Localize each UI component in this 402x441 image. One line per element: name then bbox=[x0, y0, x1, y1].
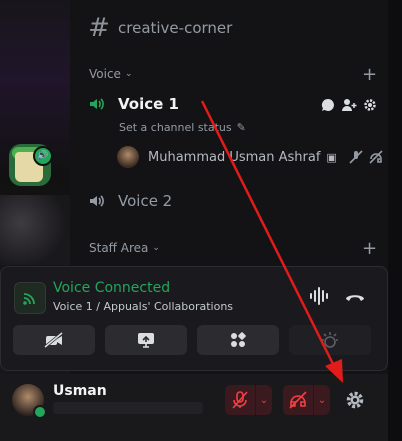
camera-off-button[interactable] bbox=[13, 325, 95, 355]
server-icon-blurred[interactable] bbox=[0, 195, 70, 265]
hash-icon: # bbox=[88, 13, 110, 43]
voice2-channel-row[interactable]: Voice 2 bbox=[88, 192, 172, 210]
screen-share-button[interactable] bbox=[105, 325, 187, 355]
chevron-down-icon[interactable]: ⌄ bbox=[313, 385, 330, 415]
user-custom-status-redacted bbox=[53, 402, 203, 414]
voice-connected-title: Voice Connected bbox=[53, 280, 171, 296]
chevron-down-icon: ⌄ bbox=[152, 243, 160, 253]
voice1-channel-row[interactable]: Voice 1 bbox=[88, 95, 179, 113]
speaker-badge-icon: 🔊 bbox=[33, 146, 53, 166]
text-channel-row[interactable]: # creative-corner bbox=[88, 13, 232, 43]
soundboard-icon bbox=[322, 332, 338, 348]
invite-members-icon[interactable] bbox=[341, 98, 357, 112]
muted-mic-icon bbox=[225, 385, 255, 415]
voice1-name: Voice 1 bbox=[118, 95, 179, 113]
voice1-actions bbox=[321, 98, 377, 112]
member-status-icons bbox=[349, 150, 383, 164]
gear-icon[interactable] bbox=[363, 98, 377, 112]
activities-button[interactable] bbox=[197, 325, 279, 355]
screen-share-icon: ▣ bbox=[326, 150, 337, 164]
screen-share-icon bbox=[138, 333, 154, 348]
add-staff-channel-icon[interactable]: + bbox=[362, 238, 377, 259]
chevron-down-icon[interactable]: ⌄ bbox=[255, 385, 272, 415]
channel-status-placeholder: Set a channel status bbox=[119, 121, 232, 134]
speaker-icon bbox=[90, 98, 104, 110]
voice-member-row[interactable]: Muhammad Usman Ashraf ▣ bbox=[117, 146, 383, 168]
member-avatar bbox=[117, 146, 139, 168]
text-channel-name: creative-corner bbox=[118, 19, 233, 37]
deafen-toggle-button[interactable]: ⌄ bbox=[283, 385, 330, 415]
camera-off-icon bbox=[44, 332, 63, 348]
staff-category-label: Staff Area bbox=[89, 241, 149, 255]
voice-category[interactable]: Voice ⌄ bbox=[89, 67, 132, 81]
voice-category-label: Voice bbox=[89, 67, 121, 81]
staff-category[interactable]: Staff Area ⌄ bbox=[89, 241, 160, 255]
mute-toggle-button[interactable]: ⌄ bbox=[225, 385, 272, 415]
channel-status-row[interactable]: Set a channel status ✎ bbox=[119, 121, 246, 134]
soundboard-button[interactable] bbox=[289, 325, 371, 355]
right-edge bbox=[388, 0, 402, 441]
user-settings-gear-icon[interactable] bbox=[343, 388, 367, 412]
disconnect-icon[interactable] bbox=[344, 290, 366, 302]
noise-suppression-icon[interactable] bbox=[309, 287, 331, 305]
deafened-icon bbox=[369, 150, 383, 164]
speaker-icon bbox=[90, 195, 104, 207]
chat-bubble-icon[interactable] bbox=[321, 98, 335, 112]
voice2-name: Voice 2 bbox=[118, 192, 173, 210]
voice-connected-subtitle[interactable]: Voice 1 / Appuals' Collaborations bbox=[53, 300, 233, 313]
pencil-icon: ✎ bbox=[236, 121, 246, 134]
online-status-dot bbox=[33, 405, 47, 419]
muted-mic-icon bbox=[349, 150, 363, 164]
deafened-headphones-icon bbox=[283, 385, 313, 415]
add-voice-channel-icon[interactable]: + bbox=[362, 64, 377, 85]
signal-icon[interactable] bbox=[14, 282, 46, 314]
user-name[interactable]: Usman bbox=[53, 383, 107, 399]
member-name: Muhammad Usman Ashraf bbox=[148, 149, 321, 165]
activities-icon bbox=[231, 332, 246, 347]
chevron-down-icon: ⌄ bbox=[124, 69, 133, 79]
